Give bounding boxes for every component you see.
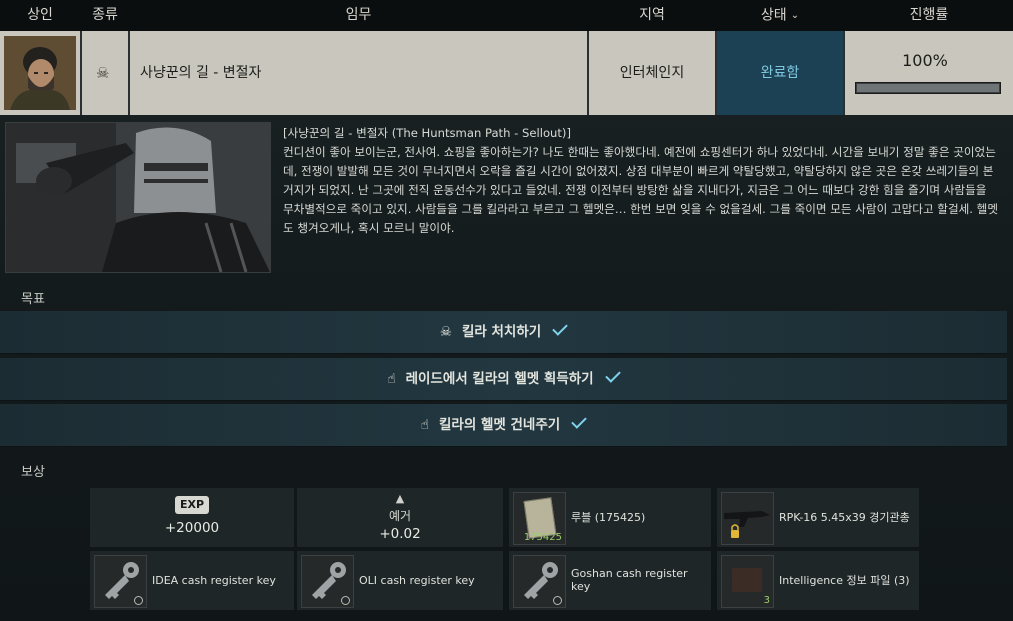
skull-icon: ☠ [96, 64, 110, 82]
header-progress[interactable]: 진행률 [845, 0, 1013, 31]
check-icon [604, 367, 621, 383]
skull-icon: ☠ [439, 324, 452, 340]
item-count: 175425 [523, 532, 562, 543]
item-label: Intelligence 정보 파일 (3) [779, 574, 910, 587]
progress-percent: 100% [902, 51, 948, 70]
check-icon [552, 320, 568, 336]
quest-name: 사냥꾼의 길 - 변절자 [140, 65, 262, 81]
item-label: 루블 (175425) [571, 511, 646, 524]
reward-item[interactable]: Goshan cash register key [509, 551, 711, 610]
hand-pointer-icon: ☝ [420, 417, 430, 433]
objective-label: 레이드에서 킬라의 헬멧 획득하기 [405, 371, 594, 387]
quest-location: 인터체인지 [589, 31, 715, 115]
reward-item[interactable]: 175425 루블 (175425) [509, 488, 711, 547]
objective-row: ☝ 레이드에서 킬라의 헬멧 획득하기 [0, 358, 1007, 401]
objective-row: ☝ 킬라의 헬멧 건네주기 [0, 404, 1007, 447]
exp-badge: EXP [175, 496, 209, 514]
progress-bar [855, 82, 1001, 94]
key-icon [94, 555, 147, 608]
check-icon [553, 596, 562, 605]
item-label: OLI cash register key [359, 573, 475, 587]
item-count: 3 [763, 595, 770, 606]
item-label: IDEA cash register key [152, 573, 276, 587]
reward-item[interactable]: 3 Intelligence 정보 파일 (3) [717, 551, 919, 610]
reward-exp: EXP +20000 [90, 488, 294, 547]
trader-portrait [4, 36, 76, 110]
header-status[interactable]: 상태 ⌄ [717, 0, 843, 31]
quest-status: 완료함 [717, 31, 843, 115]
description-title: [사냥꾼의 길 - 변절자 (The Huntsman Path - Sello… [283, 126, 571, 140]
hand-pointer-icon: ☝ [387, 371, 396, 387]
quest-name-cell[interactable]: 사냥꾼의 길 - 변절자 [130, 31, 587, 115]
exp-value: +20000 [164, 520, 220, 536]
roubles-icon: 175425 [513, 492, 566, 545]
quest-image [5, 122, 271, 273]
objectives-label: 목표 [21, 292, 45, 307]
trader-avatar [0, 31, 80, 115]
chevron-down-icon: ⌄ [790, 10, 800, 21]
quest-description: [사냥꾼의 길 - 변절자 (The Huntsman Path - Sello… [283, 124, 999, 238]
description-body: 컨디션이 좋아 보이는군, 전사여. 쇼핑을 좋아하는가? 나도 한때는 좋아했… [283, 145, 999, 235]
reward-standing: ▲ 예거 +0.02 [297, 488, 503, 547]
objective-row: ☠ 킬라 처치하기 [0, 311, 1007, 354]
table-header: 상인 종류 임무 지역 상태 ⌄ 진행률 [0, 0, 1013, 31]
key-icon [513, 555, 566, 608]
reward-item[interactable]: RPK-16 5.45x39 경기관총 [717, 488, 919, 547]
standing-trader: 예거 [388, 509, 412, 523]
check-icon [134, 596, 143, 605]
standing-icon: ▲ [395, 492, 405, 505]
check-icon [571, 413, 587, 429]
header-quest[interactable]: 임무 [130, 0, 587, 31]
header-trader[interactable]: 상인 [0, 0, 80, 31]
objective-label: 킬라의 헬멧 건네주기 [439, 417, 561, 433]
quest-type-cell: ☠ [82, 31, 128, 115]
standing-value: +0.02 [379, 526, 421, 542]
key-icon [301, 555, 354, 608]
objective-label: 킬라 처치하기 [461, 324, 542, 340]
reward-item[interactable]: OLI cash register key [297, 551, 503, 610]
folder-shape [732, 568, 762, 592]
progress-bar-fill [857, 84, 999, 92]
quest-progress-cell: 100% [845, 31, 1013, 115]
item-label: RPK-16 5.45x39 경기관총 [779, 511, 910, 524]
folder-icon: 3 [721, 555, 774, 608]
header-type[interactable]: 종류 [82, 0, 128, 31]
rewards-label: 보상 [21, 465, 45, 480]
header-location[interactable]: 지역 [589, 0, 715, 31]
rifle-icon [721, 492, 774, 545]
check-icon [341, 596, 350, 605]
item-label: Goshan cash register key [571, 567, 688, 593]
reward-item[interactable]: IDEA cash register key [90, 551, 294, 610]
header-status-label: 상태 [760, 7, 787, 24]
